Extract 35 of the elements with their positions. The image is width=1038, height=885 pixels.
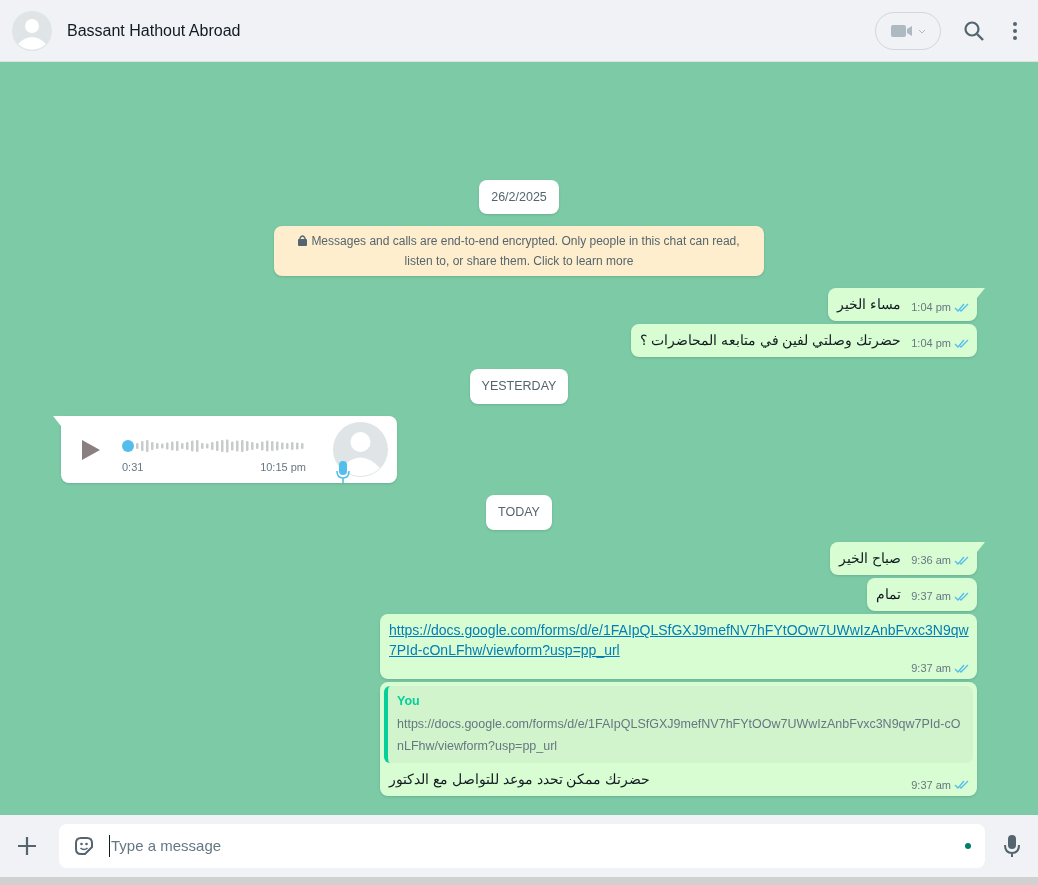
message-text: حضرتك وصلتي لفين في متابعه المحاضرات ؟ bbox=[639, 331, 902, 351]
video-camera-icon bbox=[890, 22, 914, 39]
status-dot-icon bbox=[965, 843, 971, 849]
message-text: حضرتك ممكن تحدد موعد للتواصل مع الدكتور bbox=[389, 770, 651, 790]
plus-icon[interactable] bbox=[16, 835, 38, 857]
message-time: 1:04 pm bbox=[911, 335, 951, 351]
encryption-notice-card[interactable]: Messages and calls are end-to-end encrypted. Only people in this chat can read, listen to, or share them. Click to learn more bbox=[274, 226, 764, 277]
message-text: مساء الخير bbox=[837, 295, 902, 315]
message-time: 9:37 am bbox=[911, 589, 951, 605]
message-time: 9:36 am bbox=[911, 553, 951, 569]
menu-icon[interactable] bbox=[1012, 20, 1018, 41]
date-label: YESTERDAY bbox=[469, 369, 569, 404]
message-text: صباح الخير bbox=[839, 548, 902, 569]
encryption-notice[interactable]: Messages and calls are end-to-end encrypted. Only people in this chat can read, listen to, or share them. Click to learn more bbox=[286, 231, 752, 272]
avatar-icon bbox=[333, 422, 388, 477]
contact-name[interactable]: Bassant Hathout Abroad bbox=[67, 18, 241, 43]
message-input-field[interactable]: Type a message bbox=[59, 824, 985, 868]
lock-icon bbox=[298, 235, 308, 247]
play-button[interactable] bbox=[81, 438, 101, 461]
message-link[interactable]: https://docs.google.com/forms/d/e/1FAIpQLSfGXJ9mefNV7hFYtOOw7UWwIzAnbFvxc3N9qw7PId-cOnLFhw/viewform?usp=pp_url bbox=[389, 619, 970, 660]
message-time: 10:15 pm bbox=[260, 459, 306, 475]
sticker-icon[interactable] bbox=[73, 835, 95, 857]
microphone-icon[interactable] bbox=[1004, 834, 1020, 858]
quote-author: You bbox=[397, 693, 421, 711]
voice-duration: 0:31 bbox=[122, 459, 144, 475]
message-time: 9:37 am bbox=[911, 777, 951, 793]
message-time: 1:04 pm bbox=[911, 299, 951, 315]
search-icon[interactable] bbox=[963, 19, 985, 42]
message-time: 9:37 am bbox=[911, 660, 951, 676]
quoted-message[interactable]: You https://docs.google.com/forms/d/e/1FAIpQLSfGXJ9mefNV7hFYtOOw7UWwIzAnbFvxc3N9qw7PId-cOnLFhw/viewform?usp=pp_url bbox=[384, 686, 973, 763]
date-label: 26/2/2025 bbox=[479, 179, 559, 215]
date-label: TODAY bbox=[486, 495, 552, 530]
quote-text: https://docs.google.com/forms/d/e/1FAIpQLSfGXJ9mefNV7hFYtOOw7UWwIzAnbFvxc3N9qw7PId-cOnLFhw/viewform?usp=pp_url bbox=[397, 716, 962, 755]
message-text: تمام bbox=[876, 584, 902, 605]
microphone-icon bbox=[336, 461, 350, 483]
